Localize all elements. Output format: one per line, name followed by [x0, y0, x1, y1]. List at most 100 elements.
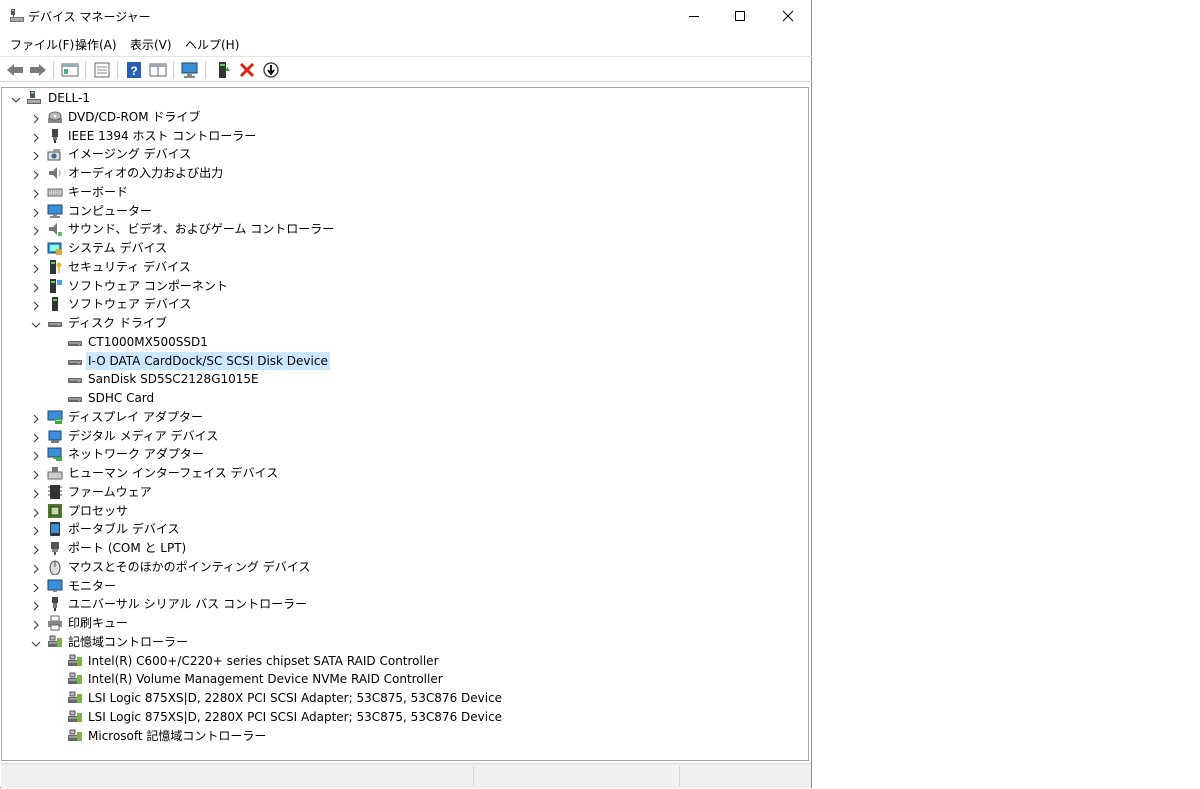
expand-arrow-icon[interactable] [30, 466, 42, 484]
tree-category-label: ポート (COM と LPT) [68, 541, 187, 555]
collapse-arrow-icon[interactable] [30, 635, 42, 653]
tree-category[interactable]: ディスプレイ アダプター [2, 408, 808, 426]
tree-category[interactable]: マウスとそのほかのポインティング デバイス [2, 558, 808, 576]
camera-icon [47, 149, 61, 161]
tree-category[interactable]: サウンド、ビデオ、およびゲーム コントローラー [2, 220, 808, 238]
tree-category[interactable]: セキュリティ デバイス [2, 258, 808, 276]
tree-category[interactable]: コンピューター [2, 202, 808, 220]
back-arrow-icon[interactable] [5, 61, 25, 79]
expand-arrow-icon[interactable] [30, 260, 42, 278]
expand-arrow-icon[interactable] [30, 185, 42, 203]
tree-device[interactable]: I-O DATA CardDock/SC SCSI Disk Device [2, 352, 808, 370]
display-adapter-icon [47, 410, 63, 424]
expand-arrow-icon[interactable] [30, 597, 42, 615]
tree-root-label: DELL-1 [48, 91, 90, 105]
tree-category[interactable]: システム デバイス [2, 239, 808, 257]
tree-device[interactable]: SDHC Card [2, 389, 808, 407]
device-manager-window: デバイス マネージャー ファイル(F) 操作(A) 表示(V) ヘルプ(H) ? [0, 0, 812, 788]
tree-device[interactable]: Intel(R) C600+/C220+ series chipset SATA… [2, 652, 808, 670]
storage-controller-icon [68, 710, 82, 722]
expand-arrow-icon[interactable] [30, 110, 42, 128]
status-bar-separator [679, 766, 680, 786]
tree-device[interactable]: LSI Logic 875XS|D, 2280X PCI SCSI Adapte… [2, 708, 808, 726]
collapse-arrow-icon[interactable] [30, 316, 42, 334]
collapse-arrow-icon[interactable] [10, 91, 22, 109]
menu-bar: ファイル(F) 操作(A) 表示(V) ヘルプ(H) [0, 34, 812, 54]
show-hide-tree-icon[interactable] [60, 61, 80, 79]
tree-category[interactable]: プロセッサ [2, 502, 808, 520]
tree-device[interactable]: LSI Logic 875XS|D, 2280X PCI SCSI Adapte… [2, 689, 808, 707]
ieee1394-icon [52, 129, 58, 143]
tree-category-label: ディスク ドライブ [68, 316, 167, 330]
expand-arrow-icon[interactable] [30, 241, 42, 259]
tree-category[interactable]: IEEE 1394 ホスト コントローラー [2, 127, 808, 145]
tree-category[interactable]: ファームウェア [2, 483, 808, 501]
title-bar[interactable]: デバイス マネージャー [0, 0, 812, 32]
tree-device[interactable]: Microsoft 記憶域コントローラー [2, 727, 808, 745]
tree-category[interactable]: イメージング デバイス [2, 145, 808, 163]
tree-category-label: モニター [68, 579, 117, 593]
tree-device-label: SanDisk SD5SC2128G1015E [88, 372, 259, 386]
tree-category[interactable]: ヒューマン インターフェイス デバイス [2, 464, 808, 482]
tree-category[interactable]: ポータブル デバイス [2, 520, 808, 538]
expand-arrow-icon[interactable] [30, 560, 42, 578]
properties-icon[interactable] [92, 61, 112, 79]
tree-category-label: ヒューマン インターフェイス デバイス [68, 466, 279, 480]
tree-device[interactable]: CT1000MX500SSD1 [2, 333, 808, 351]
maximize-icon [735, 11, 745, 21]
printer-icon [48, 615, 62, 631]
view-icon[interactable] [148, 61, 168, 79]
expand-arrow-icon[interactable] [30, 541, 42, 559]
menu-action[interactable]: 操作(A) [75, 36, 117, 53]
tree-device[interactable]: Intel(R) Volume Management Device NVMe R… [2, 670, 808, 688]
tree-root[interactable]: DELL-1 [2, 89, 808, 107]
tree-category[interactable]: ユニバーサル シリアル バス コントローラー [2, 595, 808, 613]
expand-arrow-icon[interactable] [30, 485, 42, 503]
maximize-button[interactable] [717, 0, 763, 32]
tree-category[interactable]: モニター [2, 577, 808, 595]
expand-arrow-icon[interactable] [30, 616, 42, 634]
expand-arrow-icon[interactable] [30, 222, 42, 240]
expand-arrow-icon[interactable] [30, 410, 42, 428]
tree-device-label: Microsoft 記憶域コントローラー [88, 729, 267, 743]
forward-arrow-icon[interactable] [28, 61, 48, 79]
tree-category-label: ディスプレイ アダプター [68, 410, 203, 424]
device-tree[interactable]: DELL-1 DVD/CD-ROM ドライブ IEEE 1394 ホスト コントロー… [1, 87, 809, 761]
tree-category[interactable]: ネットワーク アダプター [2, 445, 808, 463]
tree-category[interactable]: ソフトウェア デバイス [2, 295, 808, 313]
tree-category[interactable]: ポート (COM と LPT) [2, 539, 808, 557]
minimize-button[interactable] [671, 0, 717, 32]
expand-arrow-icon[interactable] [30, 166, 42, 184]
tree-category[interactable]: デジタル メディア デバイス [2, 427, 808, 445]
tree-category[interactable]: オーディオの入力および出力 [2, 164, 808, 182]
close-button[interactable] [765, 0, 811, 32]
sound-icon [49, 223, 62, 236]
tree-category[interactable]: ディスク ドライブ [2, 314, 808, 332]
tree-category[interactable]: DVD/CD-ROM ドライブ [2, 108, 808, 126]
tree-category-label: マウスとそのほかのポインティング デバイス [68, 560, 311, 574]
tree-device[interactable]: SanDisk SD5SC2128G1015E [2, 370, 808, 388]
security-key-icon [50, 260, 62, 274]
expand-arrow-icon[interactable] [30, 297, 42, 315]
menu-view[interactable]: 表示(V) [130, 36, 172, 53]
status-bar-separator [473, 766, 474, 786]
update-driver-icon[interactable] [261, 61, 281, 79]
tree-category[interactable]: 記憶域コントローラー [2, 633, 808, 651]
expand-arrow-icon[interactable] [30, 522, 42, 540]
expand-arrow-icon[interactable] [30, 147, 42, 165]
tree-category[interactable]: キーボード [2, 183, 808, 201]
menu-help[interactable]: ヘルプ(H) [185, 36, 239, 53]
enable-device-icon[interactable] [213, 61, 233, 79]
tree-category-label: イメージング デバイス [68, 147, 192, 161]
uninstall-icon[interactable] [237, 61, 257, 79]
tree-device-label: SDHC Card [88, 391, 155, 405]
help-icon[interactable]: ? [124, 61, 144, 79]
tree-category-label: ソフトウェア コンポーネント [68, 279, 228, 293]
processor-icon [48, 504, 62, 518]
scan-hardware-icon[interactable] [180, 61, 200, 79]
tree-category[interactable]: 印刷キュー [2, 614, 808, 632]
toolbar-separator [85, 61, 86, 79]
tree-category[interactable]: ソフトウェア コンポーネント [2, 277, 808, 295]
expand-arrow-icon[interactable] [30, 447, 42, 465]
menu-file[interactable]: ファイル(F) [10, 36, 74, 53]
